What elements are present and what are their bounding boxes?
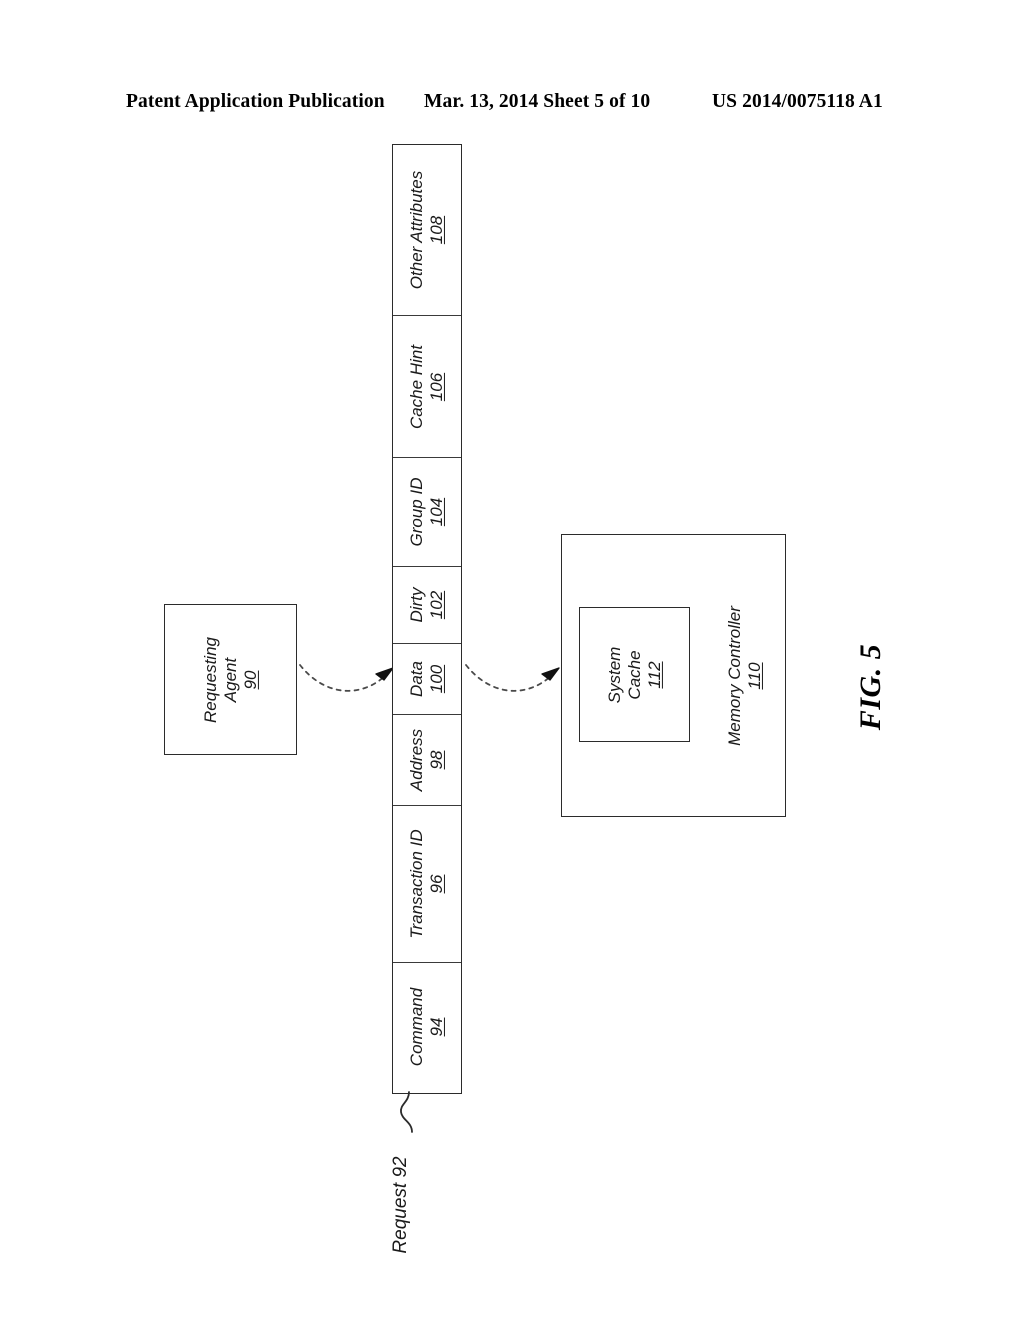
memory-controller-ref: 110	[745, 662, 764, 690]
request-field-transaction-id-text: Transaction ID 96	[407, 829, 447, 938]
request-field-ref: 94	[427, 1017, 446, 1037]
request-field-ref: 102	[427, 590, 446, 620]
request-field-ref: 100	[427, 664, 446, 694]
request-field-ref: 96	[427, 874, 446, 894]
request-field-label: Address	[406, 728, 426, 792]
request-field-cache-hint-text: Cache Hint 106	[407, 344, 447, 428]
request-field-address-text: Address 98	[407, 729, 447, 791]
request-field-label: Command	[406, 987, 426, 1067]
system-cache-label: System Cache 112	[604, 646, 664, 703]
arrow-agent-to-request	[299, 664, 394, 692]
request-packet-label: Request 92	[326, 1156, 476, 1253]
request-field-cache-hint: Cache Hint 106	[393, 316, 461, 458]
system-cache-ref: 112	[644, 660, 664, 689]
request-field-ref: 106	[427, 372, 446, 401]
system-cache-line2: Cache	[624, 649, 644, 700]
arrow-request-to-memory-controller	[465, 664, 560, 692]
request-field-address: Address 98	[393, 715, 461, 806]
figure-number-label: FIG. 5	[806, 622, 936, 752]
request-field-label: Group ID	[406, 477, 426, 547]
request-field-group-id-text: Group ID 104	[407, 478, 447, 547]
requesting-agent-line2: Agent	[220, 657, 240, 702]
requesting-agent-label: Requesting Agent 90	[200, 636, 260, 722]
figure-5-drawing: Requesting Agent 90 Other Attributes 108…	[0, 0, 1024, 1320]
request-field-ref: 108	[427, 215, 446, 245]
request-field-data: Data 100	[393, 644, 461, 715]
request-field-label: Cache Hint	[406, 344, 426, 429]
request-field-other-attributes: Other Attributes 108	[393, 145, 461, 316]
figure-number-text: FIG. 5	[854, 643, 888, 731]
system-cache-box: System Cache 112	[579, 607, 690, 742]
requesting-agent-ref: 90	[240, 670, 260, 689]
requesting-agent-box: Requesting Agent 90	[164, 604, 297, 755]
request-field-other-attributes-text: Other Attributes 108	[407, 171, 447, 289]
request-packet-label-text: Request 92	[389, 1156, 411, 1254]
request-field-command: Command 94	[393, 963, 461, 1091]
request-field-ref: 98	[427, 750, 446, 770]
request-field-label: Transaction ID	[406, 829, 426, 939]
request-field-dirty-text: Dirty 102	[407, 588, 447, 623]
request-packet-table: Other Attributes 108 Cache Hint 106 Grou…	[392, 144, 462, 1094]
request-field-label: Other Attributes	[406, 170, 426, 290]
memory-controller-line1: Memory Controller	[724, 606, 744, 746]
memory-controller-label: Memory Controller 110	[725, 606, 765, 746]
request-field-dirty: Dirty 102	[393, 567, 461, 644]
request-field-label: Dirty	[406, 587, 426, 623]
request-field-command-text: Command 94	[407, 988, 447, 1066]
requesting-agent-line1: Requesting	[200, 636, 220, 723]
request-field-group-id: Group ID 104	[393, 458, 461, 567]
request-field-ref: 104	[427, 497, 446, 527]
request-field-transaction-id: Transaction ID 96	[393, 806, 461, 963]
request-field-label: Data	[406, 661, 426, 697]
system-cache-line1: System	[604, 646, 624, 703]
request-leader-line	[400, 1091, 413, 1133]
request-field-data-text: Data 100	[407, 661, 447, 697]
